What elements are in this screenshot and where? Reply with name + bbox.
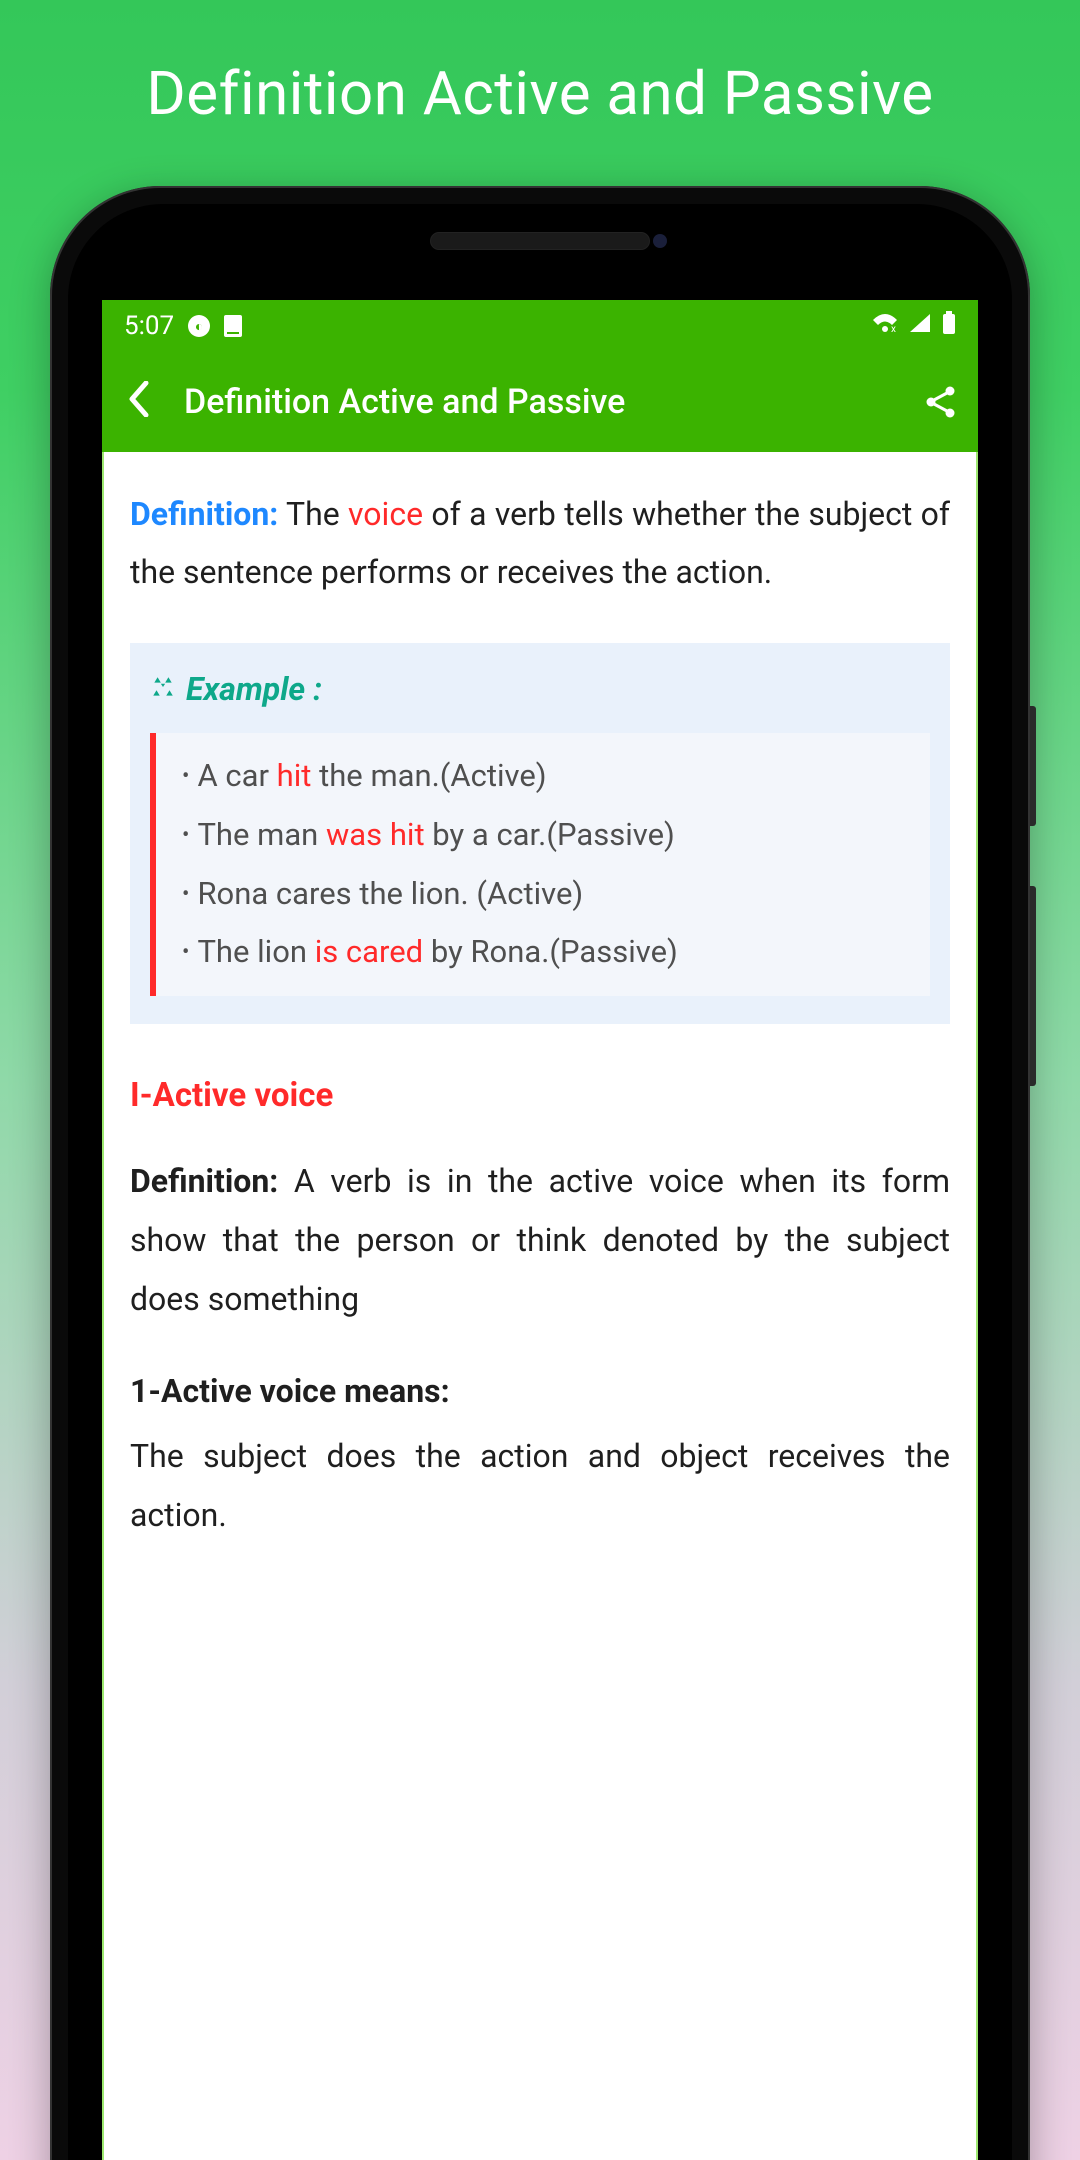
app-bar-title: Definition Active and Passive bbox=[184, 382, 896, 422]
phone-side-button bbox=[1030, 706, 1036, 826]
share-button[interactable] bbox=[924, 385, 958, 419]
status-app-icon: ◐ bbox=[188, 315, 210, 337]
battery-icon bbox=[942, 311, 956, 342]
signal-icon bbox=[908, 311, 932, 341]
phone-screen: 5:07 ◐ x bbox=[102, 300, 978, 2160]
definition-text-pre: The bbox=[278, 495, 348, 533]
phone-frame: 5:07 ◐ x bbox=[50, 186, 1030, 2160]
definition-label: Definition: bbox=[130, 495, 278, 533]
subsection-text: The subject does the action and object r… bbox=[130, 1427, 950, 1545]
back-button[interactable] bbox=[122, 370, 156, 434]
example-item: •A car hit the man.(Active) bbox=[182, 747, 916, 806]
app-bar: Definition Active and Passive bbox=[102, 352, 978, 452]
definition-label: Definition: bbox=[130, 1162, 278, 1200]
promo-background: Definition Active and Passive 5:07 ◐ x bbox=[0, 0, 1080, 2160]
phone-side-button bbox=[1030, 886, 1036, 1086]
active-voice-definition: Definition: A verb is in the active voic… bbox=[130, 1152, 950, 1330]
section-heading-active-voice: I-Active voice bbox=[130, 1066, 950, 1125]
recycle-icon bbox=[150, 661, 176, 719]
example-item: •The man was hit by a car.(Passive) bbox=[182, 806, 916, 865]
definition-paragraph: Definition: The voice of a verb tells wh… bbox=[130, 486, 950, 601]
example-item: •The lion is cared by Rona.(Passive) bbox=[182, 923, 916, 982]
example-list: •A car hit the man.(Active) •The man was… bbox=[150, 733, 930, 997]
wifi-icon: x bbox=[872, 311, 898, 341]
status-sd-icon bbox=[224, 315, 242, 337]
example-heading: Example : bbox=[150, 661, 930, 719]
example-item: •Rona cares the lion. (Active) bbox=[182, 865, 916, 924]
subsection-heading: 1-Active voice means: bbox=[130, 1363, 950, 1421]
example-label: Example : bbox=[186, 661, 322, 719]
phone-bezel: 5:07 ◐ x bbox=[68, 204, 1012, 2160]
phone-speaker bbox=[430, 232, 650, 250]
definition-highlight: voice bbox=[348, 495, 423, 533]
promo-title: Definition Active and Passive bbox=[0, 0, 1080, 129]
status-bar: 5:07 ◐ x bbox=[102, 300, 978, 352]
phone-camera bbox=[653, 234, 667, 248]
status-time: 5:07 bbox=[124, 311, 174, 341]
example-box: Example : •A car hit the man.(Active) •T… bbox=[130, 643, 950, 1024]
svg-text:x: x bbox=[891, 324, 896, 334]
content-area[interactable]: Definition: The voice of a verb tells wh… bbox=[102, 452, 978, 2160]
